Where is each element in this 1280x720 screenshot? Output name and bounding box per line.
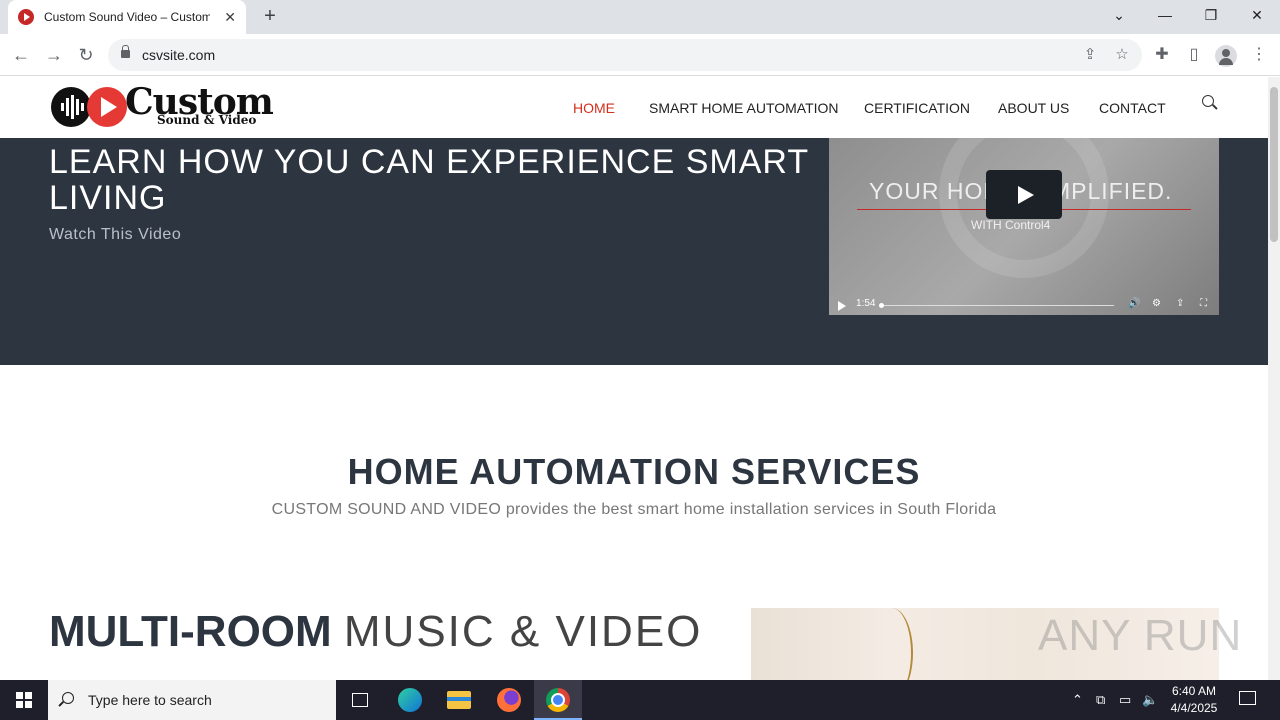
chrome-icon xyxy=(546,688,570,712)
site-logo[interactable]: Custom Sound & Video xyxy=(51,81,276,131)
hero-subtitle: Watch This Video xyxy=(49,226,182,243)
anyrun-watermark: ANY RUN xyxy=(1038,611,1243,660)
network-icon[interactable]: ▭ xyxy=(1119,692,1131,708)
task-view-button[interactable] xyxy=(336,680,384,720)
search-icon[interactable] xyxy=(1202,95,1214,107)
share-icon[interactable]: ⇪ xyxy=(1080,45,1100,65)
logo-soundwave-icon xyxy=(51,87,91,127)
feature-title-light: MUSIC & VIDEO xyxy=(343,607,703,656)
site-header: Custom Sound & Video HOME SMART HOME AUT… xyxy=(0,77,1268,138)
video-progress-track[interactable] xyxy=(881,305,1114,306)
back-icon[interactable]: ← xyxy=(9,43,33,67)
nav-smart-home-automation[interactable]: SMART HOME AUTOMATION xyxy=(649,100,839,116)
page-scrollbar[interactable] xyxy=(1268,77,1280,680)
taskbar-clock[interactable]: 6:40 AM 4/4/2025 xyxy=(1160,683,1228,717)
edge-app[interactable] xyxy=(386,680,434,720)
volume-icon[interactable]: 🔊 xyxy=(1128,298,1140,309)
windows-taskbar: Type here to search ⌃ ⧉ ▭ 🔈 6:40 AM 4/4/… xyxy=(0,680,1280,720)
share-video-icon[interactable]: ⇪ xyxy=(1176,298,1184,309)
taskbar-search-box[interactable]: Type here to search xyxy=(48,680,336,720)
clock-time: 6:40 AM xyxy=(1171,684,1217,698)
side-panel-icon[interactable]: ▯ xyxy=(1184,45,1204,65)
site-favicon-icon xyxy=(18,9,34,25)
menu-kebab-icon[interactable]: ⋮ xyxy=(1249,45,1269,65)
video-control-play-icon[interactable] xyxy=(838,301,846,311)
close-window-button[interactable]: ✕ xyxy=(1234,0,1280,30)
browser-tab-strip: Custom Sound Video – Custom ✕ + ⌄ — ❐ ✕ xyxy=(0,0,1280,34)
services-subtitle: CUSTOM SOUND AND VIDEO provides the best… xyxy=(271,501,997,518)
video-brand: WITH Control4 xyxy=(971,218,1051,232)
minimize-button[interactable]: — xyxy=(1142,0,1188,30)
url-text[interactable]: csvsite.com xyxy=(142,47,215,63)
browser-tab[interactable]: Custom Sound Video – Custom ✕ xyxy=(8,0,246,34)
hero-section: LEARN HOW YOU CAN EXPERIENCE SMART LIVIN… xyxy=(0,138,1268,365)
reload-icon[interactable]: ↻ xyxy=(74,43,98,67)
logo-play-icon xyxy=(87,87,127,127)
firefox-icon xyxy=(497,688,521,712)
fullscreen-icon[interactable]: ⛶ xyxy=(1200,298,1207,309)
tab-close-icon[interactable]: ✕ xyxy=(224,9,236,26)
settings-gear-icon[interactable]: ⚙ xyxy=(1152,298,1161,309)
profile-avatar-icon[interactable] xyxy=(1215,45,1237,67)
scrollbar-thumb[interactable] xyxy=(1270,87,1278,242)
windows-start-icon[interactable] xyxy=(16,692,32,708)
feature-title: MULTI-ROOM MUSIC & VIDEO xyxy=(49,607,702,657)
tray-chevron-icon[interactable]: ⌃ xyxy=(1072,692,1083,708)
nav-contact[interactable]: CONTACT xyxy=(1099,100,1166,116)
tab-title: Custom Sound Video – Custom xyxy=(44,10,211,24)
nav-home[interactable]: HOME xyxy=(573,100,615,116)
firefox-app[interactable] xyxy=(485,680,533,720)
feature-title-bold: MULTI-ROOM xyxy=(49,607,332,656)
logo-tagline: Sound & Video xyxy=(157,113,257,127)
extensions-icon[interactable]: ✚ xyxy=(1152,45,1172,65)
lock-icon[interactable] xyxy=(121,45,130,58)
video-controls: 1:54 🔊 ⚙ ⇪ ⛶ xyxy=(829,295,1219,315)
nav-about-us[interactable]: ABOUT US xyxy=(998,100,1069,116)
video-progress-knob[interactable] xyxy=(879,303,884,308)
bookmark-star-icon[interactable]: ☆ xyxy=(1112,45,1132,65)
volume-tray-icon[interactable]: 🔈 xyxy=(1142,692,1158,708)
new-tab-button[interactable]: + xyxy=(258,4,282,28)
edge-icon xyxy=(398,688,422,712)
page-viewport: Custom Sound & Video HOME SMART HOME AUT… xyxy=(0,77,1268,680)
video-duration: 1:54 xyxy=(856,298,876,309)
address-bar[interactable]: csvsite.com ⇪ ☆ xyxy=(108,39,1142,71)
nav-certification[interactable]: CERTIFICATION xyxy=(864,100,970,116)
file-explorer-app[interactable] xyxy=(435,680,483,720)
video-player[interactable]: YOUR HOME SIMPLIFIED. WITH Control4 1:54… xyxy=(829,138,1219,315)
tray-app-icon[interactable]: ⧉ xyxy=(1096,692,1105,708)
task-view-icon xyxy=(352,693,368,707)
services-title: HOME AUTOMATION SERVICES xyxy=(347,451,921,492)
browser-toolbar: ← → ↻ csvsite.com ⇪ ☆ ✚ ▯ ⋮ xyxy=(0,34,1280,76)
tab-search-icon[interactable]: ⌄ xyxy=(1096,0,1142,30)
taskbar-search-placeholder: Type here to search xyxy=(88,692,212,708)
forward-icon[interactable]: → xyxy=(42,43,66,67)
hero-title: LEARN HOW YOU CAN EXPERIENCE SMART LIVIN… xyxy=(49,143,809,217)
taskbar-search-icon xyxy=(62,692,74,704)
clock-date: 4/4/2025 xyxy=(1170,701,1218,715)
chrome-app[interactable] xyxy=(534,680,582,720)
video-play-button[interactable] xyxy=(986,170,1062,219)
notification-icon[interactable] xyxy=(1239,691,1256,705)
folder-icon xyxy=(447,691,471,709)
restore-button[interactable]: ❐ xyxy=(1188,0,1234,30)
